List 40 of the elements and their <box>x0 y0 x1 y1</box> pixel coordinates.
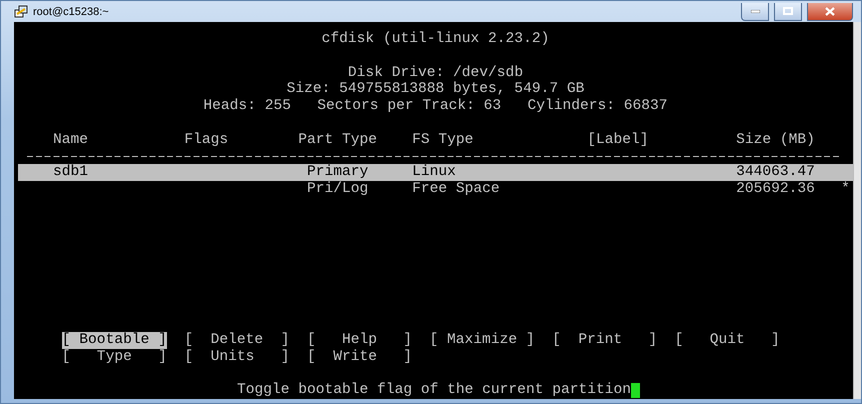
menu-button[interactable]: [ Help ] <box>306 332 412 349</box>
column-header: Part Type <box>298 132 378 149</box>
disk-info-line: Heads: 255 Sectors per Track: 63 Cylinders: 66837 <box>203 98 668 115</box>
table-cell-text: sdb1 <box>53 164 90 181</box>
terminal-app-icon <box>14 4 28 18</box>
table-cell-text: 205692.36 <box>735 180 815 198</box>
row-marker: * <box>841 180 850 198</box>
table-cell-text: Pri/Log <box>306 180 370 198</box>
status-message: Toggle bootable flag of the current partition <box>236 382 632 399</box>
close-icon <box>825 6 835 16</box>
column-header: [Label] <box>587 132 650 149</box>
maximize-button[interactable] <box>774 2 802 20</box>
table-cell-text: Primary <box>306 164 370 181</box>
menu-button[interactable]: [ Quit ] <box>674 332 780 349</box>
column-header: Name <box>53 132 90 149</box>
partition-row[interactable]: sdb1 Primary Linux 344063.47 <box>18 164 853 181</box>
table-cell-text: 344063.47 <box>735 164 815 181</box>
partition-row[interactable]: Pri/Log Free Space 205692.36 * <box>18 180 853 198</box>
menu-button[interactable]: [ Write ] <box>306 348 412 366</box>
menu-button[interactable]: [ Maximize ] <box>430 332 535 349</box>
menu-button[interactable]: [ Bootable ] <box>62 332 167 349</box>
menu-button[interactable]: [ Delete ] <box>184 332 290 349</box>
minimize-button[interactable] <box>741 2 769 20</box>
menu-button[interactable]: [ Units ] <box>184 348 290 366</box>
program-title: cfdisk (util-linux 2.23.2) <box>322 31 550 48</box>
disk-info-line: Disk Drive: /dev/sdb <box>348 64 524 81</box>
table-cell-text: Free Space <box>412 180 501 198</box>
close-button[interactable] <box>807 2 853 20</box>
window-title: root@c15238:~ <box>33 6 109 18</box>
minimize-icon <box>750 10 760 12</box>
menu-button[interactable]: [ Type ] <box>62 348 167 366</box>
column-header: Flags <box>184 132 230 149</box>
scrollbar[interactable] <box>853 22 861 399</box>
column-header: Size (MB) <box>735 132 815 149</box>
text-cursor <box>631 383 640 398</box>
column-header: FS Type <box>412 132 474 149</box>
disk-info-line: Size: 549755813888 bytes, 549.7 GB <box>286 81 584 98</box>
menu-button[interactable]: [ Print ] <box>552 332 658 349</box>
table-cell-text: Linux <box>412 164 457 181</box>
maximize-icon <box>783 7 793 15</box>
